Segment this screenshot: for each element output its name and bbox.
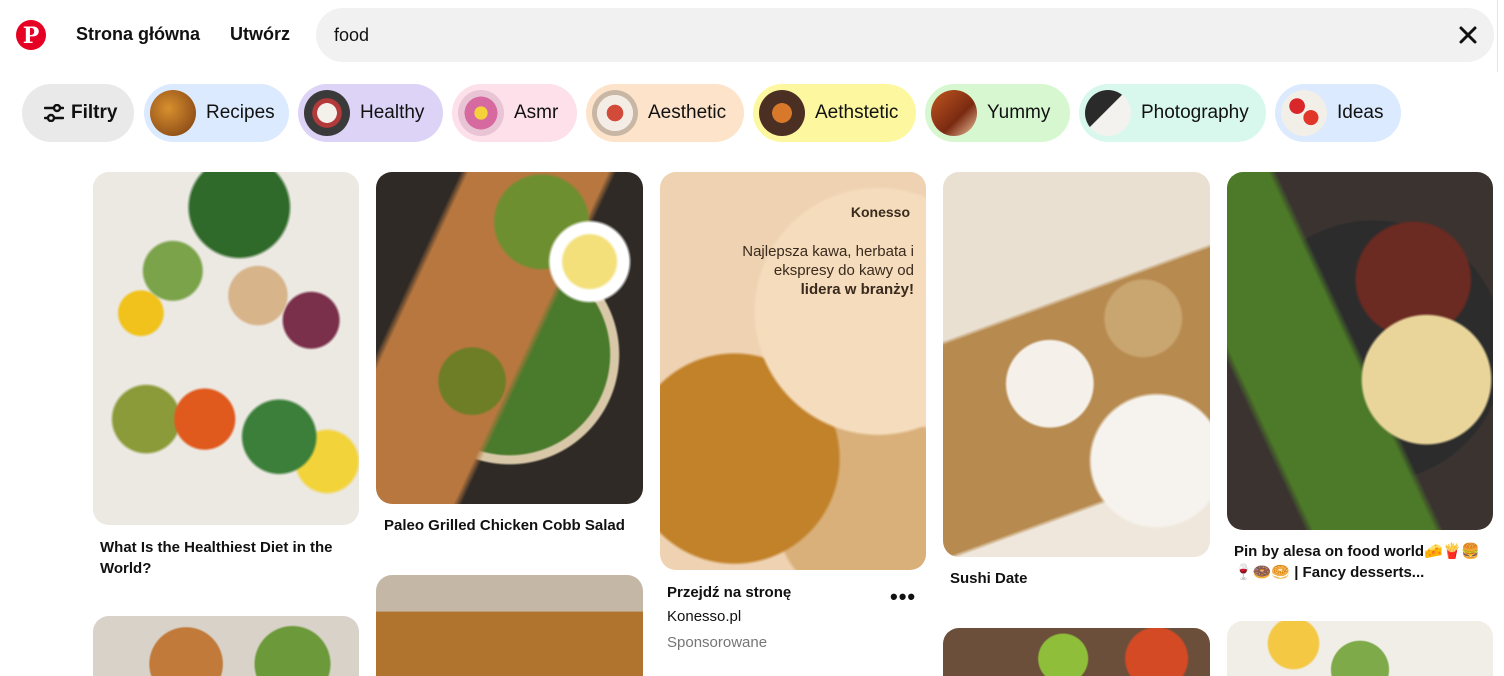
chip-label: Yummy [987,102,1051,123]
pin-title[interactable]: Pin by alesa on food world🧀🍟🍔🍷🍩🥯 | Fancy… [1234,541,1489,583]
ad-cta-title[interactable]: Przejdź na stronę [667,582,867,603]
pin-image[interactable] [93,616,359,676]
pin-image-steak-asparagus[interactable] [1227,172,1493,530]
scrollbar[interactable] [1497,0,1504,72]
chip-label: Recipes [206,102,275,123]
ad-domain[interactable]: Konesso.pl [667,608,741,625]
chip-recipes[interactable]: Recipes [144,84,289,142]
chip-thumbnail [759,90,805,136]
pin-image-cobb-salad[interactable] [376,172,643,504]
chip-label: Healthy [360,102,425,123]
pinterest-logo-icon[interactable]: P [16,20,46,50]
filter-chips-bar: Filtry Recipes Healthy Asmr Aesthetic Ae… [0,84,1504,142]
nav-create-link[interactable]: Utwórz [230,24,290,45]
sponsored-label: Sponsorowane [667,634,768,651]
ad-headline-bold: lidera w branży! [800,281,914,298]
chip-aesthetic[interactable]: Aesthetic [586,84,744,142]
chip-label: Aesthetic [648,102,727,123]
search-input[interactable] [334,8,1434,62]
chip-label: Ideas [1337,102,1384,123]
nav-home-link[interactable]: Strona główna [76,24,200,45]
chip-healthy[interactable]: Healthy [298,84,443,142]
pin-title[interactable]: Paleo Grilled Chicken Cobb Salad [384,515,639,536]
top-header: P Strona główna Utwórz [0,0,1504,72]
pin-image-sushi-date[interactable] [943,172,1210,557]
chip-yummy[interactable]: Yummy [925,84,1070,142]
filters-label: Filtry [71,102,118,123]
chip-thumbnail [1085,90,1131,136]
ad-headline-text: Najlepsza kawa, herbata i ekspresy do ka… [742,243,914,279]
filters-button[interactable]: Filtry [22,84,134,142]
chip-thumbnail [458,90,504,136]
chip-aethstetic[interactable]: Aethstetic [753,84,916,142]
pin-image[interactable] [1227,621,1493,676]
pin-image-healthy-diet[interactable] [93,172,359,525]
pin-title[interactable]: What Is the Healthiest Diet in the World… [100,537,355,579]
logo-letter: P [22,23,40,49]
ad-brand-logo: Konesso [850,204,910,220]
chip-thumbnail [150,90,196,136]
more-dots-icon[interactable]: ••• [890,584,916,610]
chip-asmr[interactable]: Asmr [452,84,577,142]
chip-thumbnail [592,90,638,136]
ad-headline: Najlepsza kawa, herbata i ekspresy do ka… [714,242,914,299]
chip-thumbnail [304,90,350,136]
chip-photography[interactable]: Photography [1079,84,1266,142]
chip-thumbnail [1281,90,1327,136]
close-icon[interactable] [1454,21,1482,49]
chip-label: Photography [1141,102,1249,123]
chip-ideas[interactable]: Ideas [1275,84,1401,142]
sliders-icon [44,104,64,122]
pin-image[interactable] [943,628,1210,676]
chip-label: Aethstetic [815,102,899,123]
pin-image-konesso-ad[interactable]: Konesso Najlepsza kawa, herbata i ekspre… [660,172,926,570]
pin-image[interactable] [376,575,643,676]
chip-thumbnail [931,90,977,136]
search-bar [316,8,1494,62]
pin-title[interactable]: Sushi Date [950,568,1205,589]
chip-label: Asmr [514,102,559,123]
